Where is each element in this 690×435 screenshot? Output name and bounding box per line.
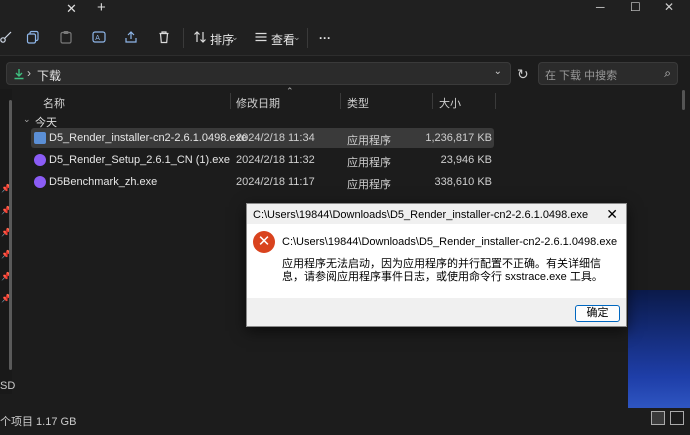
file-name: D5_Render_Setup_2.6.1_CN (1).exe bbox=[49, 154, 231, 166]
dialog-body: ✕ C:\Users\19844\Downloads\D5_Render_ins… bbox=[247, 224, 626, 298]
minimize-icon[interactable]: ─ bbox=[596, 0, 605, 14]
sort-icon bbox=[194, 31, 206, 43]
status-text: 个项目 1.17 GB bbox=[0, 416, 77, 428]
details-view-icon[interactable] bbox=[651, 411, 665, 425]
file-date: 2024/2/18 11:32 bbox=[236, 154, 315, 166]
more-options-button[interactable]: ··· bbox=[319, 31, 331, 45]
column-divider[interactable] bbox=[230, 93, 231, 109]
new-tab-icon[interactable]: + bbox=[97, 0, 106, 16]
search-placeholder: 在 下载 中搜索 bbox=[545, 70, 618, 82]
exe-file-icon bbox=[34, 132, 46, 144]
column-divider[interactable] bbox=[340, 93, 341, 109]
file-type: 应用程序 bbox=[347, 135, 391, 147]
dialog-close-icon[interactable]: ✕ bbox=[606, 206, 618, 223]
column-headers: 名称 修改日期 类型 大小 bbox=[14, 89, 690, 111]
file-row[interactable]: D5_Render_installer-cn2-2.6.1.0498.exe 2… bbox=[31, 128, 494, 148]
file-size: 1,236,817 KB bbox=[425, 132, 492, 144]
title-bar: ✕ + ─ ☐ ✕ bbox=[0, 0, 690, 20]
file-row[interactable]: D5_Render_Setup_2.6.1_CN (1).exe 2024/2/… bbox=[31, 150, 494, 170]
toolbar-divider bbox=[307, 28, 308, 48]
share-icon[interactable] bbox=[124, 30, 138, 44]
column-header-date[interactable]: 修改日期 bbox=[236, 95, 280, 111]
delete-icon[interactable] bbox=[157, 30, 171, 44]
ok-button[interactable]: 确定 bbox=[575, 305, 620, 322]
search-icon: ⌕ bbox=[664, 66, 671, 80]
d5-app-icon bbox=[34, 154, 46, 166]
refresh-icon[interactable]: ↻ bbox=[517, 66, 529, 83]
column-header-name[interactable]: 名称 bbox=[43, 95, 65, 111]
error-icon: ✕ bbox=[253, 231, 275, 253]
file-size: 23,946 KB bbox=[440, 154, 492, 166]
cut-icon[interactable] bbox=[0, 30, 14, 44]
column-divider[interactable] bbox=[495, 93, 496, 109]
download-folder-icon bbox=[14, 69, 24, 80]
chevron-down-icon: ⌄ bbox=[293, 32, 301, 42]
copy-icon[interactable] bbox=[26, 30, 40, 44]
chevron-down-icon: ⌄ bbox=[23, 114, 31, 124]
breadcrumb-separator: › bbox=[27, 66, 31, 80]
maximize-icon[interactable]: ☐ bbox=[630, 0, 641, 14]
file-row[interactable]: D5Benchmark_zh.exe 2024/2/18 11:17 应用程序 … bbox=[31, 172, 494, 192]
dialog-message: 应用程序无法启动，因为应用程序的并行配置不正确。有关详细信息，请参阅应用程序事件… bbox=[282, 258, 603, 283]
tab-close-icon[interactable]: ✕ bbox=[66, 1, 77, 17]
tiles-view-icon[interactable] bbox=[670, 411, 684, 425]
file-type: 应用程序 bbox=[347, 179, 391, 191]
list-scrollbar[interactable] bbox=[682, 90, 685, 110]
chevron-down-icon: ⌄ bbox=[231, 32, 239, 42]
file-name: D5_Render_installer-cn2-2.6.1.0498.exe bbox=[49, 132, 248, 144]
command-bar: A 排序 ⌄ 查看 ⌄ ··· bbox=[0, 20, 690, 56]
address-bar[interactable]: › 下载 ⌄ bbox=[6, 62, 511, 85]
file-date: 2024/2/18 11:34 bbox=[236, 132, 315, 144]
d5-app-icon bbox=[34, 176, 46, 188]
drive-label[interactable]: SD bbox=[0, 380, 15, 392]
nav-scrollbar[interactable] bbox=[9, 100, 12, 370]
svg-text:A: A bbox=[95, 35, 100, 42]
address-history-chevron-icon[interactable]: ⌄ bbox=[494, 66, 502, 77]
column-header-type[interactable]: 类型 bbox=[347, 95, 369, 111]
toolbar-divider bbox=[183, 28, 184, 48]
window-close-icon[interactable]: ✕ bbox=[664, 0, 674, 14]
file-date: 2024/2/18 11:17 bbox=[236, 176, 315, 188]
column-header-size[interactable]: 大小 bbox=[439, 95, 461, 111]
breadcrumb-downloads[interactable]: 下载 bbox=[37, 67, 61, 84]
view-button[interactable]: 查看 bbox=[271, 31, 295, 48]
dialog-path: C:\Users\19844\Downloads\D5_Render_insta… bbox=[282, 236, 618, 248]
view-icon bbox=[255, 32, 267, 42]
status-bar: 个项目 1.17 GB bbox=[0, 408, 690, 435]
paste-icon[interactable] bbox=[59, 30, 73, 44]
file-name: D5Benchmark_zh.exe bbox=[49, 176, 158, 188]
file-size: 338,610 KB bbox=[434, 176, 493, 188]
dialog-title: C:\Users\19844\Downloads\D5_Render_insta… bbox=[253, 209, 589, 221]
error-dialog: C:\Users\19844\Downloads\D5_Render_insta… bbox=[246, 203, 627, 327]
rename-icon[interactable]: A bbox=[92, 30, 106, 44]
address-row: › 下载 ⌄ ↻ 在 下载 中搜索 ⌕ bbox=[0, 57, 690, 89]
file-type: 应用程序 bbox=[347, 157, 391, 169]
column-divider[interactable] bbox=[432, 93, 433, 109]
search-input[interactable]: 在 下载 中搜索 ⌕ bbox=[538, 62, 678, 85]
